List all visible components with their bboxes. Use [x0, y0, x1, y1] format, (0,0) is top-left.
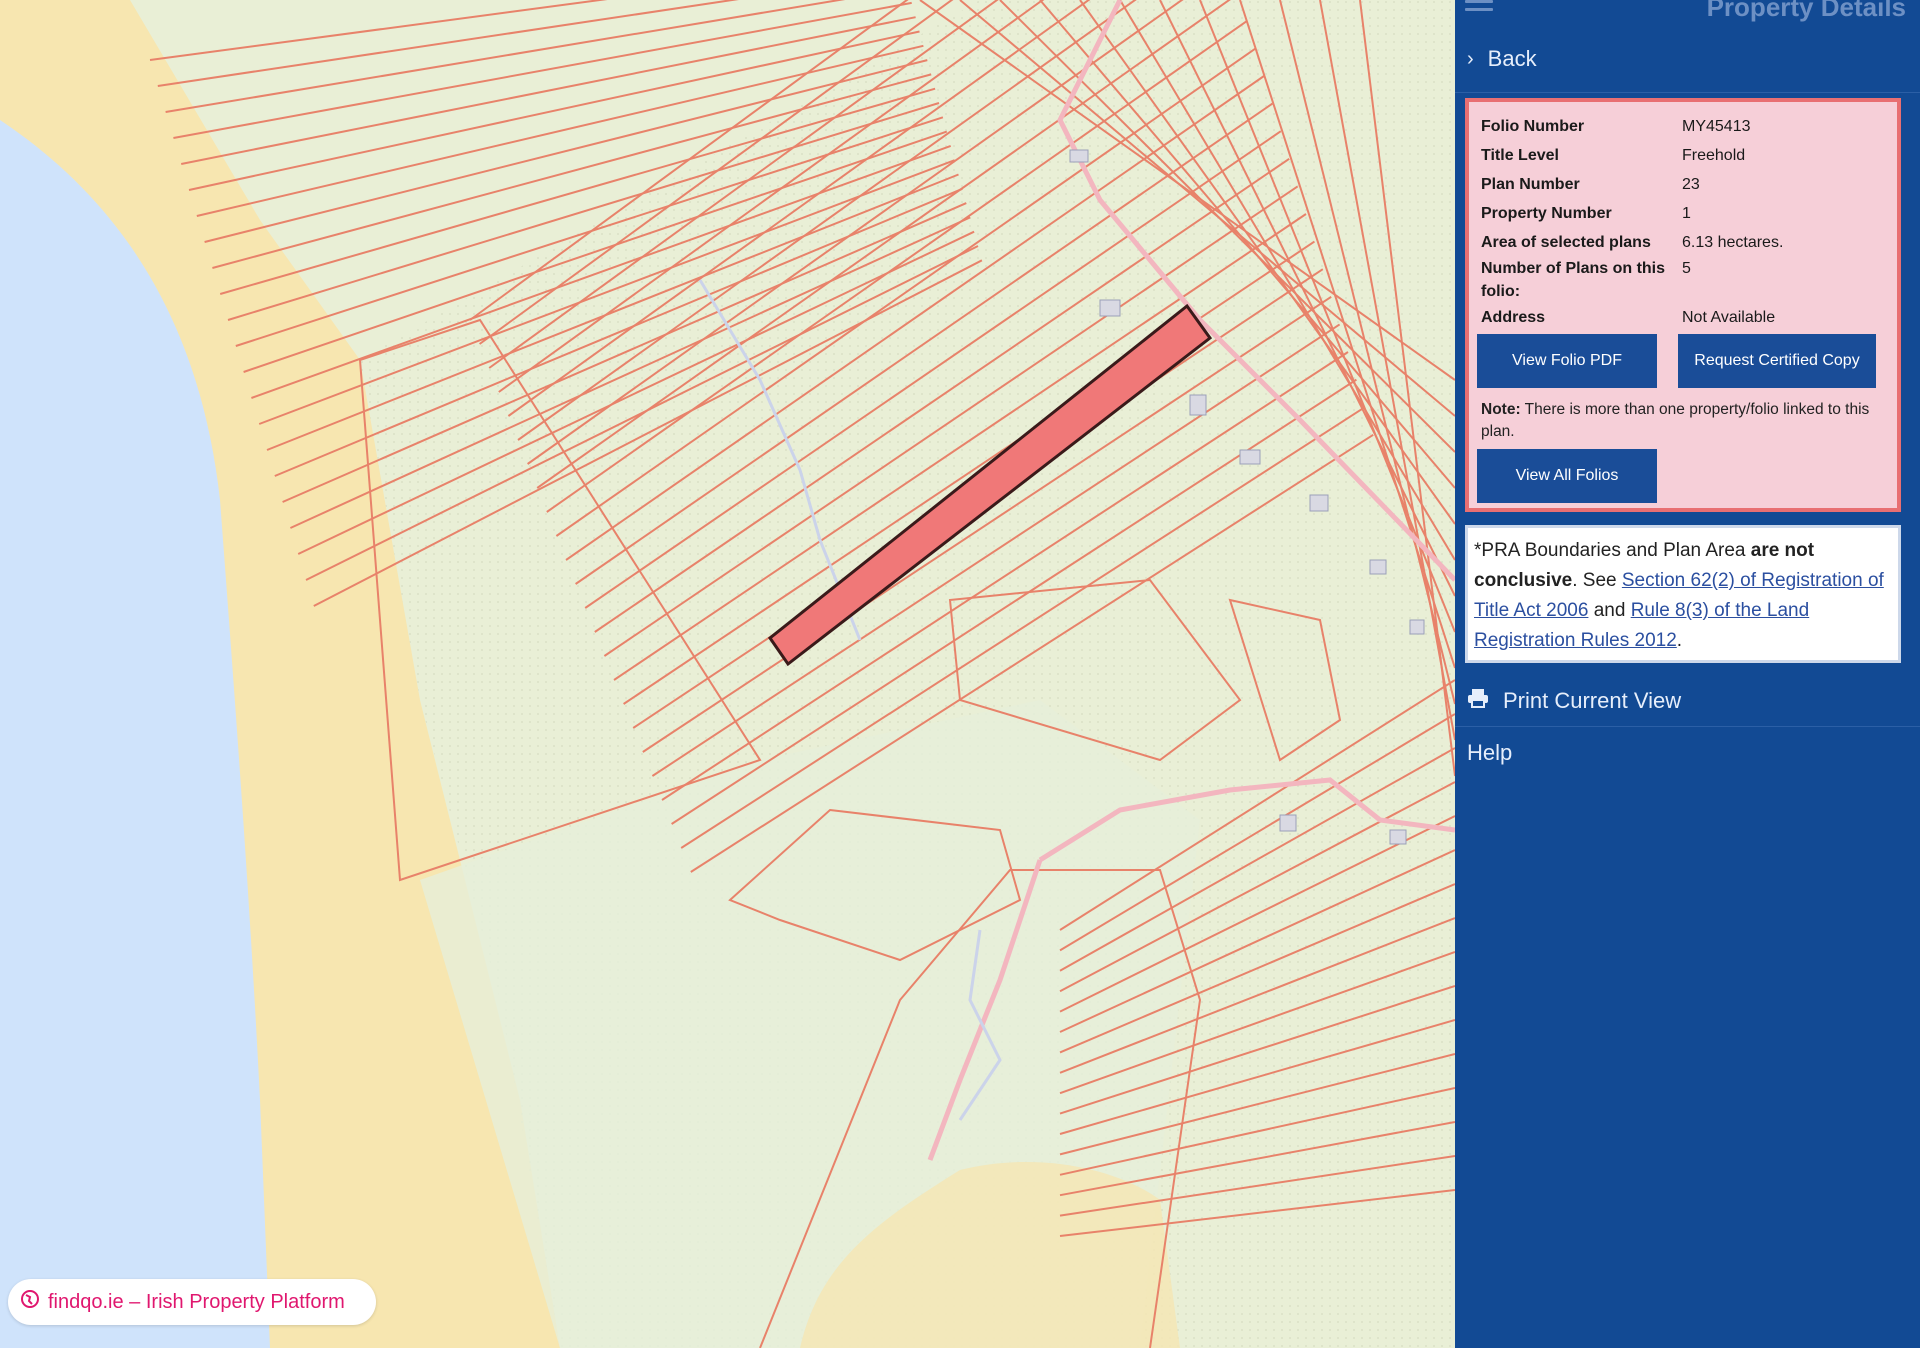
- detail-row-folio-number: Folio Number MY45413: [1481, 118, 1751, 135]
- disclaimer-prefix: *PRA Boundaries and Plan Area: [1474, 540, 1751, 561]
- watermark-text: findqo.ie – Irish Property Platform: [48, 1290, 345, 1313]
- panel-title: Property Details: [1706, 0, 1906, 22]
- help-menu-item[interactable]: Help: [1455, 728, 1920, 778]
- view-folio-pdf-button[interactable]: View Folio PDF: [1477, 334, 1657, 388]
- watermark-badge: findqo.ie – Irish Property Platform: [8, 1279, 376, 1325]
- property-details-panel: Property Details › Back Folio Number MY4…: [1455, 0, 1920, 1348]
- detail-row-plan-number: Plan Number 23: [1481, 176, 1700, 193]
- view-all-folios-button[interactable]: View All Folios: [1477, 449, 1657, 503]
- detail-row-address: Address Not Available: [1481, 309, 1776, 326]
- note-label: Note:: [1481, 401, 1521, 418]
- disclaimer-and: and: [1588, 600, 1631, 621]
- globe-icon: [20, 1289, 40, 1315]
- back-label: Back: [1487, 46, 1537, 71]
- detail-row-area: Area of selected plans 6.13 hectares.: [1481, 234, 1784, 251]
- detail-row-property-number: Property Number 1: [1481, 205, 1691, 222]
- help-label: Help: [1467, 740, 1513, 765]
- note-text: There is more than one property/folio li…: [1481, 401, 1870, 440]
- disclaimer-see: . See: [1572, 570, 1622, 591]
- map-view[interactable]: [0, 0, 1455, 1348]
- back-button[interactable]: › Back: [1455, 26, 1920, 93]
- printer-icon: [1467, 688, 1489, 714]
- detail-row-title-level: Title Level Freehold: [1481, 147, 1746, 164]
- map-canvas[interactable]: [0, 0, 1455, 1348]
- request-certified-copy-button[interactable]: Request Certified Copy: [1678, 334, 1876, 388]
- print-label: Print Current View: [1503, 687, 1682, 713]
- detail-row-plan-count: Number of Plans on this folio: 5: [1481, 260, 1691, 300]
- disclaimer-end: .: [1676, 630, 1683, 651]
- details-list: Folio Number MY45413 Title Level Freehol…: [1481, 112, 1881, 332]
- property-info-card: Folio Number MY45413 Title Level Freehol…: [1465, 98, 1901, 512]
- menu-icon[interactable]: [1465, 0, 1493, 20]
- print-current-view-button[interactable]: Print Current View: [1455, 675, 1920, 727]
- disclaimer-box: *PRA Boundaries and Plan Area are not co…: [1465, 525, 1901, 663]
- chevron-right-icon: ›: [1467, 47, 1474, 70]
- panel-header: Property Details: [1455, 0, 1920, 26]
- folio-note: Note: There is more than one property/fo…: [1481, 399, 1881, 443]
